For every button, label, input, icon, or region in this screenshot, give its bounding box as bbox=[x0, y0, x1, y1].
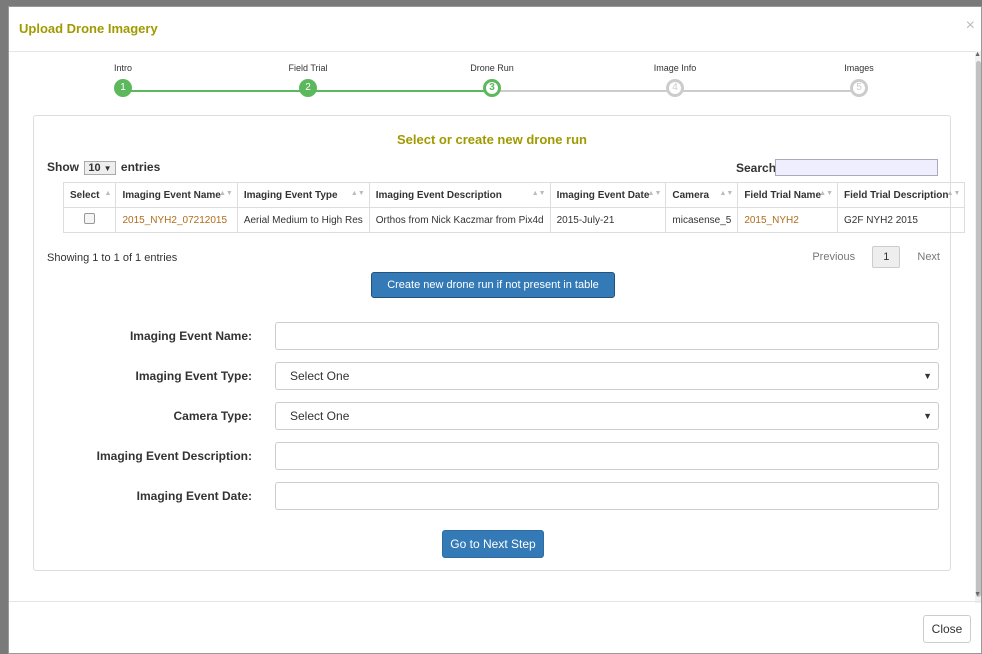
step-number: 1 bbox=[114, 79, 132, 97]
upload-drone-imagery-modal: Upload Drone Imagery × ▲ ▼ Intro 1 Field… bbox=[8, 6, 982, 654]
step-label: Field Trial bbox=[288, 63, 328, 73]
table-header-row: Select ▲ Imaging Event Name ▲▼ Imaging Eve… bbox=[62, 182, 966, 208]
chevron-down-icon: ▼ bbox=[923, 371, 932, 381]
scroll-down-arrow-icon[interactable]: ▼ bbox=[974, 591, 981, 598]
camera-type-select[interactable]: Select One ▼ bbox=[275, 402, 939, 430]
drone-runs-table: Select ▲ Imaging Event Name ▲▼ Imaging Eve… bbox=[62, 182, 966, 233]
column-header[interactable]: Imaging Event Name ▲▼ bbox=[115, 182, 238, 208]
date-input[interactable] bbox=[275, 482, 939, 510]
entries-per-page-select[interactable]: 10 ▼ bbox=[84, 161, 116, 175]
close-icon[interactable]: × bbox=[966, 17, 975, 35]
wizard-progress: Intro 1 Field Trial 2 Drone Run 3 Image … bbox=[9, 63, 982, 113]
sort-icon: ▲▼ bbox=[531, 190, 546, 197]
pagination: Previous 1 Next bbox=[812, 246, 940, 268]
column-header[interactable]: Field Trial Name ▲▼ bbox=[737, 182, 839, 208]
event-type-select[interactable]: Select One ▼ bbox=[275, 362, 939, 390]
step-label: Drone Run bbox=[470, 63, 514, 73]
step-number: 4 bbox=[666, 79, 684, 97]
search-input[interactable] bbox=[775, 159, 938, 176]
table-row: 2015_NYH2_07212015 Aerial Medium to High… bbox=[62, 207, 966, 233]
chevron-down-icon: ▼ bbox=[103, 164, 112, 173]
event-name-label: Imaging Event Name: bbox=[129, 329, 252, 343]
sort-icon: ▲▼ bbox=[819, 190, 834, 197]
show-entries: Show 10 ▼ entries bbox=[47, 160, 160, 175]
next-page-button[interactable]: Next bbox=[917, 251, 940, 263]
step-number: 2 bbox=[299, 79, 317, 97]
close-button[interactable]: Close bbox=[923, 615, 971, 643]
column-header[interactable]: Select ▲ bbox=[62, 182, 117, 208]
wizard-step-image-info[interactable]: Image Info 4 bbox=[635, 63, 715, 97]
sort-icon: ▲▼ bbox=[946, 190, 961, 197]
table-cell[interactable]: 2015_NYH2_07212015 bbox=[115, 207, 238, 233]
wizard-step-images[interactable]: Images 5 bbox=[819, 63, 899, 97]
description-label: Imaging Event Description: bbox=[96, 449, 252, 463]
sort-icon: ▲▼ bbox=[218, 190, 233, 197]
event-type-label: Imaging Event Type: bbox=[135, 369, 252, 383]
scroll-up-arrow-icon[interactable]: ▲ bbox=[974, 51, 981, 58]
modal-header: Upload Drone Imagery × bbox=[9, 7, 981, 52]
table-cell: 2015-July-21 bbox=[549, 207, 667, 233]
sort-icon: ▲▼ bbox=[647, 190, 662, 197]
table-cell: Orthos from Nick Kaczmar from Pix4d bbox=[368, 207, 551, 233]
next-step-button[interactable]: Go to Next Step bbox=[442, 530, 544, 558]
show-prefix: Show bbox=[47, 160, 79, 174]
event-type-value: Select One bbox=[290, 369, 350, 383]
date-label: Imaging Event Date: bbox=[136, 489, 252, 503]
sort-icon: ▲▼ bbox=[719, 190, 734, 197]
wizard-step-field-trial[interactable]: Field Trial 2 bbox=[268, 63, 348, 97]
select-cell bbox=[62, 207, 117, 233]
chevron-down-icon: ▼ bbox=[923, 411, 932, 421]
drone-run-panel: Select or create new drone run Show 10 ▼… bbox=[33, 115, 966, 571]
form-row-event-type: Imaging Event Type: Select One ▼ bbox=[34, 362, 952, 390]
page-1-button[interactable]: 1 bbox=[872, 246, 901, 268]
column-header[interactable]: Field Trial Description ▲▼ bbox=[837, 182, 966, 208]
event-name-input[interactable] bbox=[275, 322, 939, 350]
modal-title: Upload Drone Imagery bbox=[19, 21, 158, 36]
column-header[interactable]: Imaging Event Date ▲▼ bbox=[549, 182, 667, 208]
create-drone-run-button[interactable]: Create new drone run if not present in t… bbox=[371, 272, 615, 298]
form-row-description: Imaging Event Description: bbox=[34, 442, 952, 470]
wizard-step-drone-run[interactable]: Drone Run 3 bbox=[452, 63, 532, 97]
sort-icon: ▲ bbox=[104, 190, 112, 197]
description-input[interactable] bbox=[275, 442, 939, 470]
column-header[interactable]: Imaging Event Type ▲▼ bbox=[236, 182, 370, 208]
table-cell[interactable]: 2015_NYH2 bbox=[737, 207, 839, 233]
sort-icon: ▲▼ bbox=[350, 190, 365, 197]
show-suffix: entries bbox=[120, 160, 161, 174]
scrollbar-thumb[interactable] bbox=[976, 61, 981, 597]
step-label: Intro bbox=[113, 63, 132, 73]
previous-page-button[interactable]: Previous bbox=[812, 251, 855, 263]
column-header[interactable]: Imaging Event Description ▲▼ bbox=[368, 182, 551, 208]
search-label: Search: bbox=[736, 161, 781, 175]
table-cell: micasense_5 bbox=[665, 207, 739, 233]
table-info: Showing 1 to 1 of 1 entries bbox=[47, 252, 178, 264]
entries-value: 10 bbox=[88, 162, 101, 174]
imaging-event-name-link[interactable]: 2015_NYH2_07212015 bbox=[122, 215, 227, 226]
step-number: 3 bbox=[483, 79, 501, 97]
row-select-checkbox[interactable] bbox=[84, 213, 96, 224]
column-header[interactable]: Camera ▲▼ bbox=[665, 182, 739, 208]
step-label: Images bbox=[844, 63, 874, 73]
step-label: Image Info bbox=[653, 63, 697, 73]
step-number: 5 bbox=[850, 79, 868, 97]
wizard-step-intro[interactable]: Intro 1 bbox=[83, 63, 163, 97]
camera-type-label: Camera Type: bbox=[173, 409, 252, 423]
field-trial-name-link[interactable]: 2015_NYH2 bbox=[744, 215, 798, 226]
modal-footer-divider bbox=[9, 601, 981, 602]
table-cell: Aerial Medium to High Res bbox=[236, 207, 370, 233]
table-cell: G2F NYH2 2015 bbox=[837, 207, 966, 233]
panel-title: Select or create new drone run bbox=[396, 132, 587, 147]
form-row-camera-type: Camera Type: Select One ▼ bbox=[34, 402, 952, 430]
form-row-date: Imaging Event Date: bbox=[34, 482, 952, 510]
form-row-event-name: Imaging Event Name: bbox=[34, 322, 952, 350]
camera-type-value: Select One bbox=[290, 409, 350, 423]
